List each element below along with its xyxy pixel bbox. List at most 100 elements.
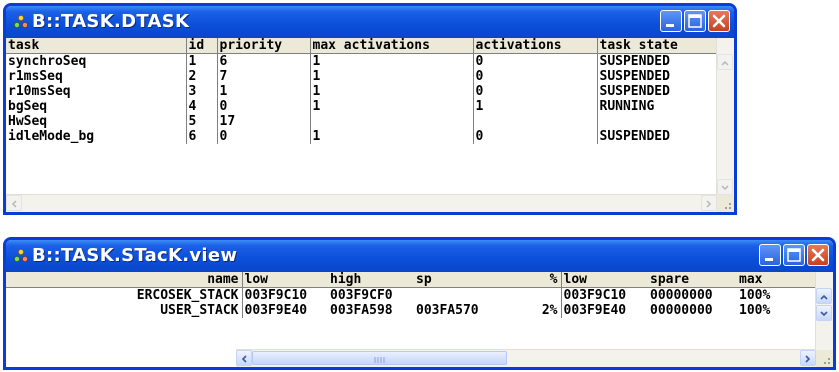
stack-high: 003F9CF0 <box>330 288 393 303</box>
scroll-up-button[interactable] <box>816 288 832 304</box>
stack-max: 100% <box>739 303 771 318</box>
col-header-max[interactable]: max <box>737 272 816 288</box>
col-header-task[interactable]: task <box>6 38 186 54</box>
table-row[interactable]: HwSeq 5 17 <box>6 114 716 129</box>
scroll-right-button[interactable] <box>800 350 816 366</box>
minimize-icon <box>765 258 773 261</box>
task-state: SUSPENDED <box>596 129 716 144</box>
task-max-activations: 1 <box>309 53 473 69</box>
horizontal-scrollbar[interactable] <box>6 194 717 212</box>
task-max-activations: 1 <box>309 84 473 99</box>
scroll-up-icon <box>820 294 828 300</box>
col-header-sp[interactable]: sp <box>414 272 506 288</box>
close-button[interactable] <box>708 10 730 32</box>
title-bar[interactable]: B::TASK.DTASK <box>6 6 734 38</box>
scroll-down-icon <box>721 185 729 191</box>
table-row[interactable]: ERCOSEK_STACK 003F9C10 003F9CF0 003F9C10… <box>6 287 816 304</box>
maximize-icon <box>688 14 702 28</box>
col-header-high[interactable]: high <box>328 272 414 288</box>
table-row[interactable]: r10msSeq 3 1 1 0 SUSPENDED <box>6 84 716 99</box>
task-state: SUSPENDED <box>596 53 716 69</box>
col-header-spare[interactable]: spare <box>648 272 737 288</box>
task-table: task id priority max activations activat… <box>6 38 716 144</box>
col-header-low[interactable]: low <box>241 272 328 288</box>
col-header-priority[interactable]: priority <box>216 38 310 54</box>
col-header-name[interactable]: name <box>6 272 242 288</box>
scroll-left-icon <box>11 200 17 208</box>
maximize-icon <box>787 248 801 262</box>
task-stack-view-window[interactable]: B::TASK.STacK.view name low high sp % lo… <box>3 237 836 370</box>
stack-sp <box>414 288 506 304</box>
task-state: RUNNING <box>596 99 716 114</box>
task-name: bgSeq <box>8 99 48 114</box>
stack-low: 003F9E40 <box>241 303 328 318</box>
task-id: 3 <box>185 84 217 99</box>
col-header-activations[interactable]: activations <box>472 38 597 54</box>
col-header-task-state[interactable]: task state <box>596 38 716 54</box>
task-priority: 17 <box>216 114 310 129</box>
horizontal-scrollbar[interactable] <box>236 349 816 367</box>
task-max-activations: 1 <box>309 129 473 144</box>
task-name: HwSeq <box>8 114 48 129</box>
close-icon <box>811 248 825 262</box>
task-activations: 0 <box>472 129 597 144</box>
grip-lines-icon <box>374 357 385 363</box>
minimize-icon <box>666 24 674 27</box>
maximize-button[interactable] <box>783 244 805 266</box>
stack-name: ERCOSEK_STACK <box>136 288 239 303</box>
stack-max: 100% <box>739 288 771 303</box>
scroll-right-button[interactable] <box>701 195 717 211</box>
scroll-down-icon <box>820 311 828 317</box>
close-button[interactable] <box>807 244 829 266</box>
resize-grip[interactable] <box>717 195 734 212</box>
task-state <box>596 114 716 129</box>
task-table-header: task id priority max activations activat… <box>6 38 716 54</box>
resize-grip-icon <box>725 203 731 209</box>
scroll-down-button[interactable] <box>717 179 733 195</box>
scroll-left-button[interactable] <box>236 350 252 366</box>
scroll-up-icon <box>721 60 729 66</box>
horizontal-scroll-thumb[interactable] <box>252 351 507 365</box>
stack-percent: 2% <box>541 303 558 318</box>
maximize-button[interactable] <box>684 10 706 32</box>
scroll-left-icon <box>241 355 247 363</box>
app-icon <box>14 249 28 262</box>
table-row[interactable]: synchroSeq 1 6 1 0 SUSPENDED <box>6 53 716 69</box>
resize-grip[interactable] <box>816 350 833 367</box>
vertical-scrollbar[interactable] <box>716 38 734 195</box>
task-name: idleMode_bg <box>8 129 95 144</box>
col-header-percent[interactable]: % <box>506 272 561 288</box>
table-row[interactable]: idleMode_bg 6 0 1 0 SUSPENDED <box>6 129 716 144</box>
task-id: 5 <box>185 114 217 129</box>
stack-name: USER_STACK <box>160 303 239 318</box>
scroll-left-button[interactable] <box>6 195 22 211</box>
col-header-id[interactable]: id <box>185 38 217 54</box>
table-row[interactable]: USER_STACK 003F9E40 003FA598 003FA570 2%… <box>6 303 816 318</box>
stack-low: 003F9C10 <box>241 287 328 303</box>
table-row[interactable]: r1msSeq 2 7 1 0 SUSPENDED <box>6 69 716 84</box>
task-priority: 7 <box>216 69 310 84</box>
task-name: synchroSeq <box>8 54 87 69</box>
task-dtask-window[interactable]: B::TASK.DTASK task id priority max activ… <box>3 3 737 215</box>
minimize-button[interactable] <box>759 244 781 266</box>
window-title: B::TASK.DTASK <box>32 11 190 32</box>
resize-grip-icon <box>824 358 830 364</box>
stack-low-2: 003F9C10 <box>560 287 648 303</box>
task-name: r10msSeq <box>8 84 71 99</box>
scroll-right-icon <box>805 355 811 363</box>
task-activations <box>472 114 597 129</box>
window-title: B::TASK.STacK.view <box>32 245 238 266</box>
stack-high: 003FA598 <box>330 303 393 318</box>
col-header-max-activations[interactable]: max activations <box>309 38 473 54</box>
task-max-activations: 1 <box>309 99 473 114</box>
vertical-scrollbar[interactable] <box>815 272 833 350</box>
title-bar[interactable]: B::TASK.STacK.view <box>6 240 833 272</box>
scroll-up-button[interactable] <box>717 54 733 70</box>
minimize-button[interactable] <box>660 10 682 32</box>
col-header-low-2[interactable]: low <box>560 272 648 288</box>
scroll-down-button[interactable] <box>816 305 832 321</box>
task-priority: 0 <box>216 99 310 114</box>
stack-table-header: name low high sp % low spare max <box>6 272 816 288</box>
table-row[interactable]: bgSeq 4 0 1 1 RUNNING <box>6 99 716 114</box>
task-activations: 0 <box>472 53 597 69</box>
